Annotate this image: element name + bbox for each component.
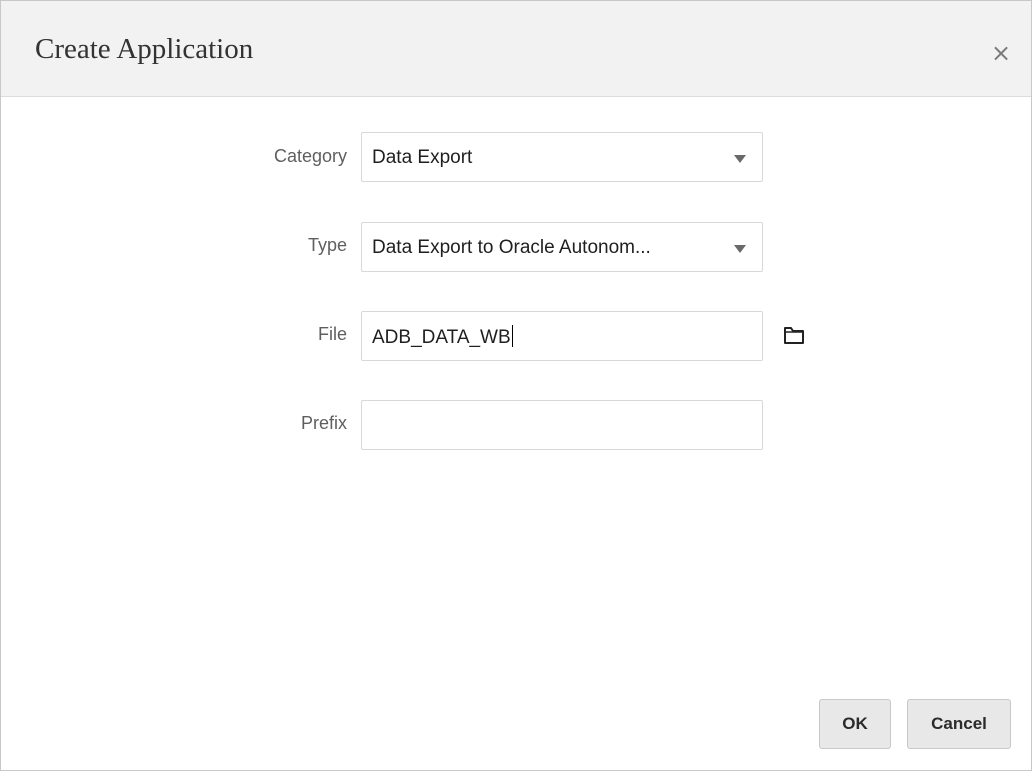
- type-select[interactable]: Data Export to Oracle Autonom...: [361, 222, 763, 272]
- dialog-header: Create Application ×: [1, 1, 1031, 97]
- cancel-button[interactable]: Cancel: [907, 699, 1011, 749]
- folder-icon[interactable]: [783, 324, 805, 346]
- category-select[interactable]: Data Export: [361, 132, 763, 182]
- dialog-title: Create Application: [35, 33, 254, 65]
- file-value-text: ADB_DATA_WB: [372, 327, 511, 348]
- prefix-label: Prefix: [300, 413, 347, 433]
- type-label: Type: [307, 235, 347, 255]
- category-label: Category: [273, 146, 347, 166]
- text-cursor: [511, 325, 513, 347]
- chevron-down-icon: [734, 245, 746, 253]
- file-value: ADB_DATA_WB: [372, 325, 513, 350]
- type-value: Data Export to Oracle Autonom...: [372, 237, 651, 258]
- prefix-input[interactable]: [361, 400, 763, 450]
- category-value: Data Export: [372, 147, 473, 168]
- create-application-dialog: Create Application × Category Data Expor…: [0, 0, 1032, 771]
- ok-button[interactable]: OK: [819, 699, 891, 749]
- chevron-down-icon: [734, 155, 746, 163]
- close-icon[interactable]: ×: [989, 41, 1013, 65]
- file-label: File: [317, 324, 347, 344]
- file-input[interactable]: ADB_DATA_WB: [361, 311, 763, 361]
